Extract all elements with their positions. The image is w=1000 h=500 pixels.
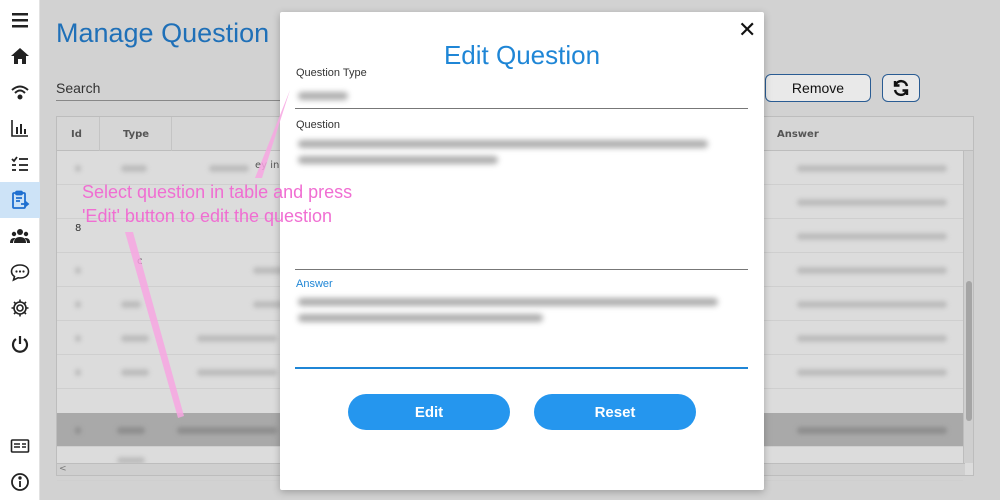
question-type-value (298, 92, 348, 100)
menu-button[interactable] (0, 2, 40, 38)
table-cell: ey in (255, 160, 280, 171)
sidebar-item-home[interactable] (0, 38, 40, 74)
scrollbar-thumb[interactable] (966, 281, 972, 421)
instruction-callout: Select question in table and press 'Edit… (82, 182, 353, 226)
chat-icon (10, 264, 30, 282)
sidebar-item-wifi[interactable] (0, 74, 40, 110)
header-id[interactable]: Id (71, 129, 82, 140)
power-icon (11, 336, 29, 353)
sidebar-item-logout[interactable] (0, 326, 40, 362)
menu-icon (12, 13, 28, 28)
sidebar-item-charts[interactable] (0, 110, 40, 146)
search-input[interactable] (56, 100, 281, 101)
answer-field[interactable] (295, 367, 748, 369)
edit-button[interactable]: Edit (348, 394, 510, 430)
refresh-icon (893, 79, 909, 97)
refresh-button[interactable] (882, 74, 920, 102)
table-cell: 8 (75, 223, 82, 234)
wifi-icon (11, 85, 29, 100)
home-icon (11, 48, 29, 64)
answer-text-line (298, 298, 718, 306)
question-field[interactable] (295, 269, 748, 270)
sidebar-item-users[interactable] (0, 218, 40, 254)
answer-text-line (298, 314, 543, 322)
page-title: Manage Question (56, 18, 270, 48)
info-icon (11, 473, 29, 491)
answer-label: Answer (296, 278, 333, 290)
search-label: Search (56, 80, 101, 96)
sidebar-item-chat[interactable] (0, 254, 40, 290)
question-text-line (298, 156, 498, 164)
remove-button[interactable]: Remove (765, 74, 871, 102)
question-type-label: Question Type (296, 67, 367, 79)
edit-question-dialog: Edit Question ✕ Question Type Question A… (280, 12, 764, 490)
clipboard-icon (12, 190, 30, 209)
table-cell: c (137, 256, 143, 267)
gear-icon (11, 299, 29, 317)
question-label: Question (296, 119, 341, 131)
sidebar-item-card[interactable] (0, 428, 40, 464)
card-icon (10, 439, 30, 453)
sidebar-item-checklist[interactable] (0, 146, 40, 182)
header-type[interactable]: Type (123, 129, 149, 140)
scroll-left-arrow[interactable]: < (59, 464, 67, 474)
close-icon[interactable]: ✕ (738, 18, 756, 43)
table-vertical-scrollbar[interactable] (963, 151, 973, 463)
users-icon (10, 229, 30, 243)
sidebar-item-settings[interactable] (0, 290, 40, 326)
sidebar-item-questions[interactable] (0, 182, 40, 218)
reset-button[interactable]: Reset (534, 394, 696, 430)
header-answer[interactable]: Answer (777, 129, 819, 140)
bar-chart-icon (11, 120, 28, 137)
question-text-line (298, 140, 708, 148)
question-type-field[interactable] (295, 108, 748, 109)
sidebar (0, 0, 40, 500)
checklist-icon (11, 156, 28, 171)
sidebar-item-info[interactable] (0, 464, 40, 500)
